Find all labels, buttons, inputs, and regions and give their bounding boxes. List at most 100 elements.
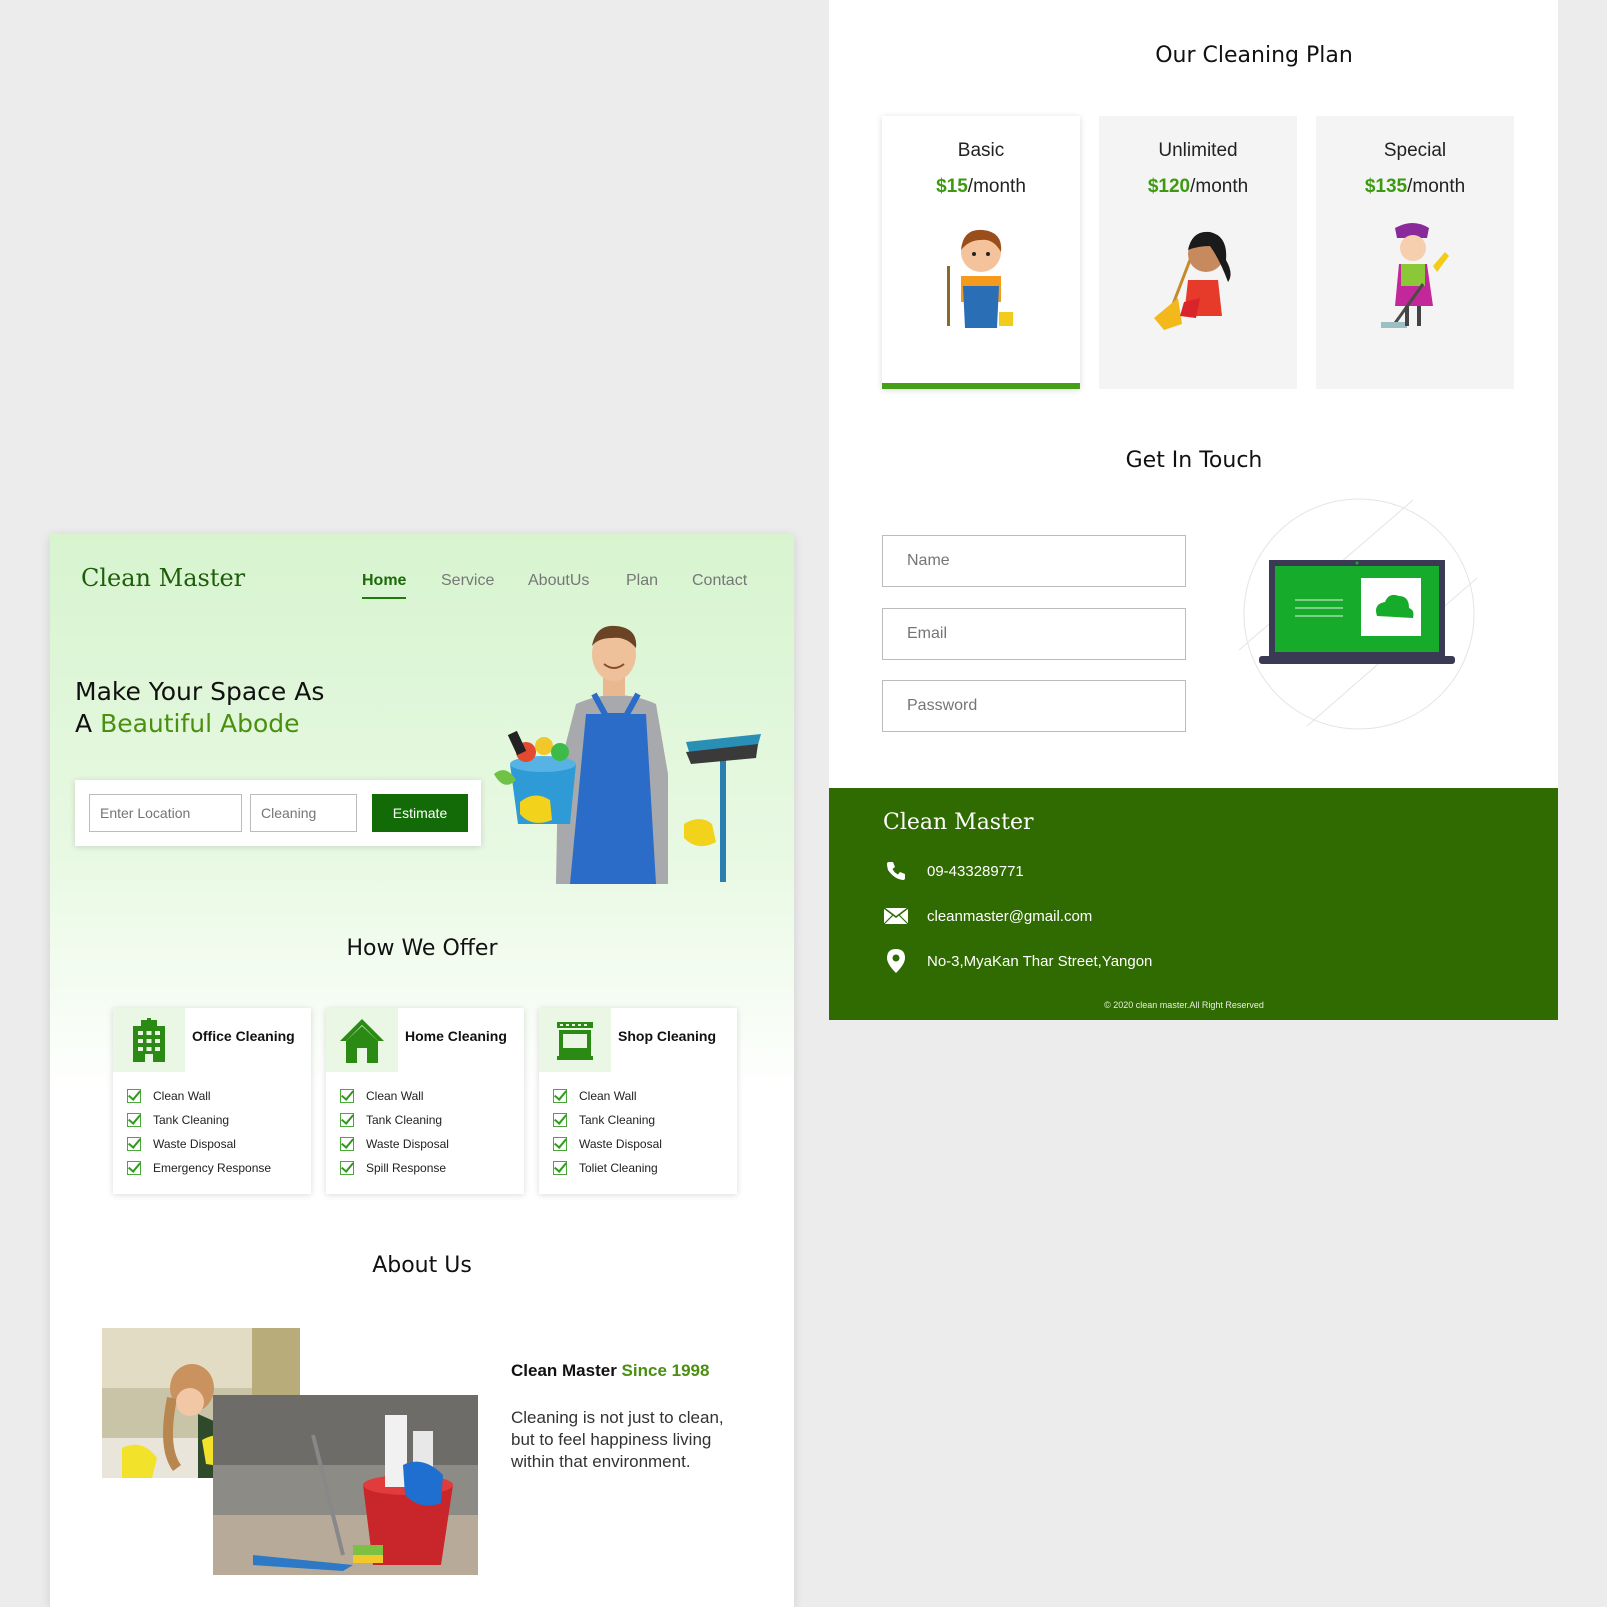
hero-line-2-accent: Beautiful Abode [100,709,300,738]
footer-address: No-3,MyaKan Thar Street,Yangon [883,948,1152,974]
item-label: Tank Cleaning [579,1113,656,1127]
checkbox-icon [340,1089,354,1103]
checkbox-icon [127,1113,141,1127]
landing-page-right: Our Cleaning Plan Basic $15/month Unlimi… [829,0,1558,788]
plan-name: Special [1383,140,1447,161]
list-item: Waste Disposal [340,1132,449,1156]
checkbox-icon [340,1137,354,1151]
offer-list: Clean Wall Tank Cleaning Waste Disposal … [127,1084,271,1180]
plan-card-special[interactable]: Special $135/month [1316,116,1514,389]
estimate-button[interactable]: Estimate [372,794,468,832]
list-item: Emergency Response [127,1156,271,1180]
location-input[interactable] [89,794,242,832]
list-item: Tank Cleaning [553,1108,662,1132]
plan-name: Basic [957,140,1005,161]
offer-card-office[interactable]: Office Cleaning Clean Wall Tank Cleaning… [113,1008,311,1194]
hero-line-2: A Beautiful Abode [75,708,324,740]
checkbox-icon [127,1089,141,1103]
item-label: Waste Disposal [579,1137,662,1151]
hero-title: Make Your Space As A Beautiful Abode [75,676,324,740]
phone-number[interactable]: 09-433289771 [927,863,1024,880]
mail-icon [883,903,909,929]
estimate-form: Estimate [75,780,481,846]
nav-aboutus[interactable]: AboutUs [528,572,589,590]
footer-logo[interactable]: Clean Master [883,810,1033,835]
checkbox-icon [553,1089,567,1103]
offer-title: Office Cleaning [192,1028,295,1044]
landing-page-left: Clean Master Home Service AboutUs Plan C… [50,534,794,1607]
cleaning-supplies-photo [213,1395,478,1575]
street-address: No-3,MyaKan Thar Street,Yangon [927,952,1153,970]
list-item: Clean Wall [553,1084,662,1108]
checkbox-icon [340,1113,354,1127]
house-icon [326,1008,398,1072]
offer-card-shop[interactable]: Shop Cleaning Clean Wall Tank Cleaning W… [539,1008,737,1194]
item-label: Waste Disposal [366,1137,449,1151]
checkbox-icon [553,1113,567,1127]
offer-title: Shop Cleaning [618,1028,716,1044]
footer-email: cleanmaster@gmail.com [883,903,1092,929]
item-label: Waste Disposal [153,1137,236,1151]
email-address[interactable]: cleanmaster@gmail.com [927,908,1092,925]
item-label: Tank Cleaning [153,1113,230,1127]
item-label: Clean Wall [366,1089,424,1103]
phone-icon [883,858,909,884]
checkbox-icon [127,1161,141,1175]
offer-list: Clean Wall Tank Cleaning Waste Disposal … [340,1084,449,1180]
item-label: Clean Wall [153,1089,211,1103]
item-label: Toliet Cleaning [579,1161,658,1175]
checkbox-icon [553,1137,567,1151]
service-input[interactable] [250,794,357,832]
list-item: Clean Wall [127,1084,271,1108]
item-label: Spill Response [366,1161,447,1175]
plan-name: Unlimited [1158,140,1238,161]
copyright-text: © 2020 clean master.All Right Reserved [1104,1000,1264,1010]
email-field[interactable] [882,608,1186,660]
item-label: Clean Wall [579,1089,637,1103]
nav-contact[interactable]: Contact [692,572,747,590]
plan-price: $135/month [1316,176,1514,198]
list-item: Waste Disposal [127,1132,271,1156]
about-heading: Clean Master Since 1998 [511,1361,709,1381]
about-heading-prefix: Clean Master [511,1361,622,1380]
about-heading-accent: Since 1998 [621,1361,710,1380]
plan-card-basic[interactable]: Basic $15/month [882,116,1080,389]
offer-title: Home Cleaning [405,1028,507,1044]
checkbox-icon [340,1161,354,1175]
contact-section-title: Get In Touch [1125,448,1263,473]
offer-list: Clean Wall Tank Cleaning Waste Disposal … [553,1084,662,1180]
location-pin-icon [883,948,909,974]
plan-amount: $135 [1364,176,1408,197]
boy-cleaner-illustration [947,229,1013,328]
name-field[interactable] [882,535,1186,587]
nav-plan[interactable]: Plan [626,572,658,590]
shop-icon [539,1008,611,1072]
list-item: Spill Response [340,1156,449,1180]
laptop-cloud-illustration [1238,498,1477,730]
about-section-title: About Us [372,1253,472,1278]
building-icon [113,1008,185,1072]
plan-price: $15/month [882,176,1080,198]
plan-period: /month [967,176,1026,197]
site-footer: Clean Master 09-433289771 cleanmaster@gm… [829,788,1558,1020]
nav-home[interactable]: Home [362,572,407,599]
password-field[interactable] [882,680,1186,732]
plan-amount: $15 [936,176,968,197]
hero-line-1: Make Your Space As [75,677,325,706]
woman-mop-illustration [1381,223,1449,328]
offer-section-title: How We Offer [346,936,498,961]
plan-card-unlimited[interactable]: Unlimited $120/month [1099,116,1297,389]
list-item: Tank Cleaning [127,1108,271,1132]
plan-section-title: Our Cleaning Plan [1155,43,1353,68]
cleaner-man-image [494,625,761,884]
nav-service[interactable]: Service [441,572,494,590]
list-item: Clean Wall [340,1084,449,1108]
plan-amount: $120 [1147,176,1191,197]
about-text: Cleaning is not just to clean, but to fe… [511,1408,724,1471]
plan-period: /month [1407,176,1466,197]
checkbox-icon [127,1137,141,1151]
hero-line-2-prefix: A [75,709,101,738]
list-item: Toliet Cleaning [553,1156,662,1180]
offer-card-home[interactable]: Home Cleaning Clean Wall Tank Cleaning W… [326,1008,524,1194]
checkbox-icon [553,1161,567,1175]
